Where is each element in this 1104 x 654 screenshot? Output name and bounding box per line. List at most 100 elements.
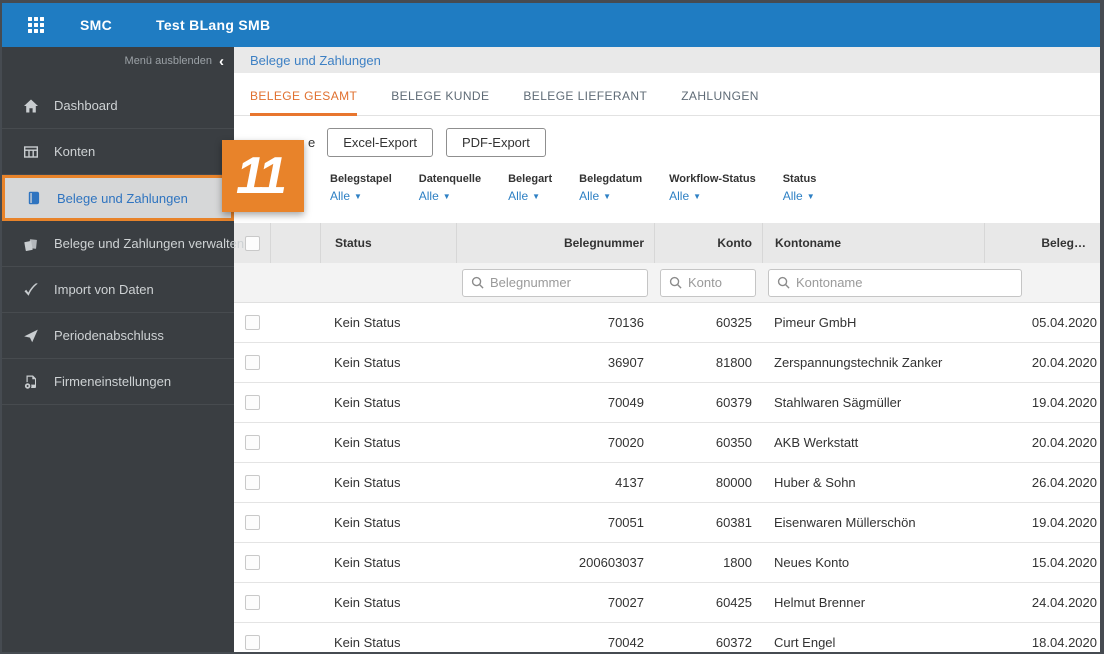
belegnummer-cell: 70136 [607, 315, 644, 330]
filter-value-dropdown[interactable]: Alle ▼ [783, 189, 817, 203]
belegdatum-cell: 19.04.2020 [1031, 395, 1097, 410]
sidebar-item-label: Belege und Zahlungen verwalten [54, 236, 245, 251]
sidebar-item-konten[interactable]: Konten [2, 129, 234, 175]
menu-collapse-button[interactable]: Menü ausblenden ‹ [2, 47, 234, 75]
column-header-belegdatum[interactable]: Beleg… [984, 223, 1100, 263]
belegnummer-search-input[interactable] [490, 275, 639, 290]
row-checkbox[interactable] [244, 355, 260, 370]
chevron-down-icon: ▼ [354, 192, 362, 201]
sidebar-item-belege-verwalten[interactable]: Belege und Zahlungen verwalten [2, 221, 244, 267]
filter-value-dropdown[interactable]: Alle ▼ [669, 189, 756, 203]
filter-selected-value: Alle [579, 189, 600, 203]
konto-search-input[interactable] [688, 275, 747, 290]
tab[interactable]: BELEGE KUNDE [391, 89, 489, 116]
row-checkbox[interactable] [244, 595, 260, 610]
konto-cell: 60379 [715, 395, 752, 410]
table-row[interactable]: Kein Status 70042 60372 Curt Engel 18.04… [234, 623, 1100, 652]
partially-hidden-button[interactable]: e [308, 135, 315, 150]
filter-label: Datenquelle [418, 173, 482, 185]
filter-selected-value: Alle [418, 189, 439, 203]
filter-value-dropdown[interactable]: Alle ▼ [579, 189, 642, 203]
app-title[interactable]: SMC [80, 17, 112, 33]
paper-plane-icon [22, 327, 39, 344]
row-checkbox[interactable] [244, 435, 260, 450]
search-icon [669, 276, 682, 289]
konto-cell: 80000 [715, 475, 752, 490]
column-header-status[interactable]: Status [320, 223, 456, 263]
table-row[interactable]: Kein Status 70020 60350 AKB Werkstatt 20… [234, 423, 1100, 463]
table-row[interactable]: Kein Status 70027 60425 Helmut Brenner 2… [234, 583, 1100, 623]
tab-label: BELEGE GESAMT [250, 89, 358, 103]
filter-label: Belegart [508, 173, 553, 185]
row-checkbox[interactable] [244, 555, 260, 570]
book-icon [25, 190, 42, 207]
belegdatum-cell: 15.04.2020 [1031, 555, 1097, 570]
belegnummer-cell: 70042 [607, 635, 644, 650]
status-cell: Kein Status [334, 315, 401, 330]
table-row[interactable]: Kein Status 70051 60381 Eisenwaren Mülle… [234, 503, 1100, 543]
konto-search-box [660, 268, 756, 297]
documents-table: Status Belegnummer Konto Kontoname Beleg… [234, 223, 1100, 652]
table-row[interactable]: Kein Status 70136 60325 Pimeur GmbH 05.0… [234, 303, 1100, 343]
sidebar-item-label: Dashboard [54, 98, 118, 113]
table-row[interactable]: Kein Status 70049 60379 Stahlwaren Sägmü… [234, 383, 1100, 423]
table-row[interactable]: Kein Status 200603037 1800 Neues Konto 1… [234, 543, 1100, 583]
documents-icon [22, 235, 39, 252]
excel-export-button[interactable]: Excel-Export [327, 127, 433, 157]
kontoname-cell: Curt Engel [774, 635, 836, 650]
konto-cell: 81800 [715, 355, 752, 370]
kontoname-search-input[interactable] [796, 275, 1013, 290]
filter-label: Belegdatum [579, 173, 643, 185]
sidebar-item-periodenabschluss[interactable]: Periodenabschluss [2, 313, 234, 359]
filter-value-dropdown[interactable]: Alle ▼ [508, 189, 552, 203]
belegnummer-cell: 70020 [607, 435, 644, 450]
select-all-checkbox[interactable] [244, 235, 260, 251]
search-icon [471, 276, 484, 289]
sidebar-item-label: Konten [54, 144, 96, 159]
tab[interactable]: BELEGE LIEFERANT [523, 89, 647, 116]
belegnummer-cell: 70049 [607, 395, 644, 410]
row-checkbox[interactable] [244, 515, 260, 530]
konto-cell: 60425 [715, 595, 752, 610]
table-search-row [234, 263, 1100, 303]
breadcrumb[interactable]: Belege und Zahlungen [250, 53, 381, 68]
company-name[interactable]: Test BLang SMB [156, 17, 270, 33]
row-checkbox[interactable] [244, 635, 260, 650]
topbar: SMC Test BLang SMB [2, 3, 1100, 47]
tab-label: ZAHLUNGEN [681, 89, 759, 103]
konto-cell: 60381 [715, 515, 752, 530]
column-header-kontoname[interactable]: Kontoname [762, 223, 984, 263]
sidebar-item-import-von-daten[interactable]: Import von Daten [2, 267, 234, 313]
app-grid-icon[interactable] [28, 17, 44, 33]
belegnummer-cell: 70051 [607, 515, 644, 530]
pdf-export-button[interactable]: PDF-Export [445, 127, 546, 157]
row-checkbox[interactable] [244, 315, 260, 330]
sidebar-item-belege-und-zahlungen[interactable]: Belege und Zahlungen [2, 175, 234, 221]
tab[interactable]: ZAHLUNGEN [681, 89, 759, 116]
row-checkbox[interactable] [244, 395, 260, 410]
status-cell: Kein Status [334, 555, 401, 570]
filter-bar: Belegstapel Alle ▼ Datenquelle Alle ▼ Bele… [234, 173, 1100, 209]
filter-dropdown: Workflow-Status Alle ▼ [669, 173, 756, 209]
belegdatum-cell: 20.04.2020 [1031, 435, 1097, 450]
filter-dropdown: Status Alle ▼ [783, 173, 817, 209]
document-gear-icon [22, 373, 39, 390]
column-header-konto[interactable]: Konto [654, 223, 762, 263]
tab[interactable]: BELEGE GESAMT [250, 89, 358, 116]
sidebar-item-firmeneinstellungen[interactable]: Firmeneinstellungen [2, 359, 234, 405]
filter-value-dropdown[interactable]: Alle ▼ [330, 189, 392, 203]
main-content: Belege und Zahlungen BELEGE GESAMT BELEGE… [234, 47, 1100, 652]
belegnummer-cell: 36907 [607, 355, 644, 370]
row-checkbox[interactable] [244, 475, 260, 490]
filter-label: Belegstapel [330, 173, 392, 185]
sidebar-item-dashboard[interactable]: Dashboard [2, 83, 234, 129]
table-row[interactable]: Kein Status 36907 81800 Zerspannungstech… [234, 343, 1100, 383]
filter-value-dropdown[interactable]: Alle ▼ [419, 189, 481, 203]
column-header-belegnummer[interactable]: Belegnummer [456, 223, 654, 263]
filter-dropdown: Belegart Alle ▼ [508, 173, 552, 209]
kontoname-cell: AKB Werkstatt [774, 435, 859, 450]
table-row[interactable]: Kein Status 4137 80000 Huber & Sohn 26.0… [234, 463, 1100, 503]
belegnummer-cell: 200603037 [578, 555, 644, 570]
kontoname-search-box [768, 268, 1022, 297]
home-icon [22, 97, 39, 114]
